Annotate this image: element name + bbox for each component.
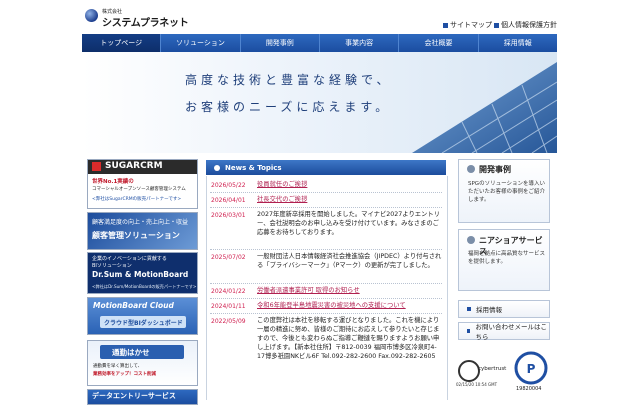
drsum-title: Dr.Sum & MotionBoard [92,270,189,279]
case-icon [467,165,475,173]
data-entry-banner[interactable]: データエントリーサービス [87,389,198,405]
hero-headline-1: 高度な技術と豊富な経験で、 [185,73,393,87]
news-date: 2026/05/22 [211,182,246,189]
cert-date: 02/15/20 10:54 GMT [456,382,498,387]
bullet-icon [494,22,499,28]
tsukin-line1: 通勤費を早く算出して、 [93,364,143,369]
drsum-banner[interactable]: 企業のイノベーションに貢献する BIソリューション Dr.Sum & Motio… [87,252,198,294]
divider [210,249,442,250]
nav-cases[interactable]: 開発事例 [241,34,320,52]
main-nav: トップページ ソリューション 開発事例 事業内容 会社概要 採用情報 [82,34,557,52]
nav-company[interactable]: 会社概要 [399,34,479,52]
contact-button[interactable]: お問い合わせメールはこちら [458,322,550,341]
cert-label: cybertrust [478,366,507,372]
tsukin-hakase-banner[interactable]: 通勤はかせ 通勤費を早く算出して、 業務効率をアップ！コスト削減 [87,340,198,386]
news-bullet-icon [214,164,220,171]
divider [210,313,442,314]
sugarcrm-logo: SUGARCRM [105,161,163,171]
news-date: 2026/03/01 [211,212,246,219]
news-title: News & Topics [225,163,282,172]
privacy-mark[interactable]: P 19820004 [512,350,550,394]
sitemap-label: サイトマップ [450,21,492,29]
recruit-button[interactable]: 採用情報 [458,300,550,318]
tsukin-line2: 業務効率をアップ！コスト削減 [93,372,156,377]
news-header: News & Topics [206,160,446,175]
news-list: 2026/05/22 役員就任のご挨拶 2026/04/01 社長交代のご挨拶 … [206,176,448,400]
drsum-tagline: 企業のイノベーションに貢献する [92,256,167,262]
nav-recruit[interactable]: 採用情報 [479,34,557,52]
nearshore-box[interactable]: ニアショアサービス 福岡を拠点に高品質なサービスを提供します。 [458,229,550,291]
tsukin-title: 通勤はかせ [112,348,150,357]
bullet-icon [443,22,448,28]
sugar-cube-icon [92,162,101,171]
case-title: 開発事例 [479,165,511,174]
divider [210,298,442,299]
news-date: 2026/04/01 [211,197,246,204]
motionboard-cloud-banner[interactable]: MotionBoard Cloud クラウド型BIダッシュボード [87,297,198,335]
news-item-link[interactable]: 労働者派遣事業許可 取得のお知らせ [257,286,443,295]
pmark-number: 19820004 [516,386,542,392]
crm-solution-banner[interactable]: 顧客満足度の向上・売上向上・収益 顧客管理ソリューション [87,212,198,250]
motionboard-sub: クラウド型BIダッシュボード [104,320,183,327]
news-item-text: 一般財団法人日本情報経済社会推進協会（JIPDEC）より付与される「プライバシー… [257,253,442,269]
bullet-icon [467,329,471,333]
news-item-link[interactable]: 令和6年能登半島地震災害の被災地への支援について [257,301,443,310]
crm-title: 顧客管理ソリューション [92,231,180,240]
news-date: 2024/01/22 [211,288,246,295]
sitemap-link[interactable]: サイトマップ [443,20,492,30]
company-logo-icon[interactable] [85,9,98,22]
sugar-desc: コマーシャルオープンソース顧客管理システム [92,187,186,192]
drsum-partner: <弊社はDr.Sum/MotionBoardの販売パートナーです> [92,284,197,289]
recruit-label: 採用情報 [476,306,502,314]
svg-text:P: P [527,362,536,376]
crm-tagline: 顧客満足度の向上・売上向上・収益 [92,219,189,226]
sugar-tagline: 世界No.1実績の [92,179,134,185]
drsum-sub: BIソリューション [92,263,132,269]
nav-top[interactable]: トップページ [82,34,162,52]
contact-label: お問い合わせメールはこちら [475,323,547,341]
news-date: 2025/07/02 [211,254,246,261]
sugar-partner: <弊社はSugarCRMの販売パートナーです> [92,197,182,202]
motionboard-title: MotionBoard Cloud [93,301,174,310]
case-studies-box[interactable]: 開発事例 SPGのソリューションを導入いただいたお客様の事例をご紹介します。 [458,159,550,223]
hero-headline-2: お客様のニーズに応えます。 [185,100,392,114]
nearshore-desc: 福岡を拠点に高品質なサービスを提供します。 [468,251,546,265]
divider [210,207,442,208]
privacy-policy-link[interactable]: 個人情報保護方針 [494,20,557,30]
cybertrust-seal[interactable]: cybertrust 02/15/20 10:54 GMT [456,352,508,392]
news-date: 2024/01/11 [211,303,246,310]
news-item-text: 2027年度新卒採用を開始しました。マイナビ2027よりエントリー、会社説明会の… [257,211,440,236]
seal-icon [458,360,480,382]
company-name[interactable]: システムプラネット [102,14,189,29]
nav-business[interactable]: 事業内容 [320,34,400,52]
news-date: 2022/05/09 [211,318,246,325]
news-item-link[interactable]: 社長交代のご挨拶 [257,195,443,204]
news-item-text: この度弊社は本社を移転する運びとなりました。これを機により一層の精進に努め、皆様… [257,317,440,360]
privacy-mark-icon: P [514,351,548,385]
news-item-link[interactable]: 役員就任のご挨拶 [257,180,443,189]
nav-solution[interactable]: ソリューション [161,34,241,52]
privacy-policy-label: 個人情報保護方針 [501,21,557,29]
bullet-icon [467,307,471,311]
nearshore-icon [467,236,475,244]
case-desc: SPGのソリューションを導入いただいたお客様の事例をご紹介します。 [468,181,546,203]
divider [210,192,442,193]
sugarcrm-banner[interactable]: SUGARCRM 世界No.1実績の コマーシャルオープンソース顧客管理システム… [87,159,198,209]
divider [210,283,442,284]
